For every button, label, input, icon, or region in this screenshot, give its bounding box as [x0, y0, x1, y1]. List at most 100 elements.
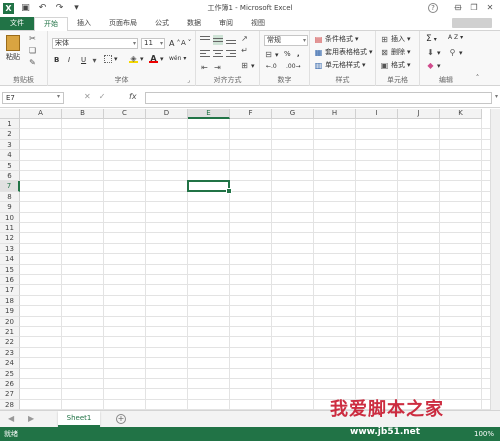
format-cells-button[interactable]: ▣ 格式 ▾: [380, 60, 411, 70]
name-box[interactable]: E7: [2, 92, 64, 104]
currency-button[interactable]: ⊟ ▾: [264, 50, 278, 59]
paste-button[interactable]: 粘贴: [6, 35, 20, 62]
font-size-select[interactable]: 11 ▾: [141, 38, 165, 49]
undo-icon[interactable]: ↶: [37, 3, 48, 14]
orientation-button[interactable]: ↗: [240, 34, 249, 43]
row-header-21[interactable]: 21: [0, 327, 20, 338]
tab-data[interactable]: 数据: [178, 17, 210, 30]
redo-icon[interactable]: ↷: [54, 3, 65, 14]
expand-formula-icon[interactable]: ▾: [495, 93, 498, 100]
align-center-icon[interactable]: [213, 49, 223, 59]
tab-formulas[interactable]: 公式: [146, 17, 178, 30]
row-header-3[interactable]: 3: [0, 139, 20, 151]
find-select-button[interactable]: ⚲ ▾: [448, 48, 463, 57]
percent-button[interactable]: %: [284, 50, 291, 58]
sort-filter-button[interactable]: A Z ▾: [448, 34, 463, 41]
insert-cells-button[interactable]: ⊞ 插入 ▾: [380, 34, 410, 44]
font-color-button[interactable]: A ▾: [149, 54, 164, 63]
row-header-6[interactable]: 6: [0, 171, 20, 182]
bottom-align-icon[interactable]: [226, 35, 236, 45]
wrap-text-button[interactable]: ↵: [240, 46, 249, 55]
dialog-launcher-icon[interactable]: ⌟: [184, 76, 193, 85]
tab-page-layout[interactable]: 页面布局: [100, 17, 146, 30]
format-as-table-button[interactable]: ▦ 套用表格格式 ▾: [314, 47, 373, 57]
collapse-ribbon-icon[interactable]: ˄: [473, 74, 482, 83]
row-header-2[interactable]: 2: [0, 129, 20, 140]
cancel-icon[interactable]: ✕: [84, 92, 91, 101]
comma-button[interactable]: ,: [297, 50, 300, 58]
selected-cell[interactable]: [187, 180, 232, 195]
tab-home[interactable]: 开始: [34, 17, 68, 32]
conditional-formatting-button[interactable]: ▤ 条件格式 ▾: [314, 34, 359, 44]
decrease-indent-button[interactable]: ⇤: [200, 63, 209, 72]
column-header-a[interactable]: A: [20, 109, 62, 119]
column-header-d[interactable]: D: [146, 109, 188, 119]
column-header-f[interactable]: F: [230, 109, 272, 119]
row-header-15[interactable]: 15: [0, 264, 20, 275]
column-header-e[interactable]: E: [188, 109, 230, 119]
maximize-icon[interactable]: ❐: [468, 2, 480, 14]
phonetic-button[interactable]: wén ▾: [169, 55, 186, 62]
sheet-tab-sheet1[interactable]: Sheet1: [58, 411, 100, 427]
sheet-prev-icon[interactable]: ◀: [8, 414, 14, 423]
column-header-k[interactable]: K: [440, 109, 482, 119]
column-header-i[interactable]: I: [356, 109, 398, 119]
row-header-16[interactable]: 16: [0, 275, 20, 286]
chevron-down-icon[interactable]: ▾: [57, 93, 60, 100]
tab-file[interactable]: 文件: [0, 17, 34, 30]
row-header-9[interactable]: 9: [0, 202, 20, 213]
row-header-8[interactable]: 8: [0, 191, 20, 203]
increase-indent-button[interactable]: ⇥: [213, 63, 222, 72]
cut-button[interactable]: ✂: [28, 34, 37, 43]
help-icon[interactable]: ?: [428, 3, 438, 13]
row-header-23[interactable]: 23: [0, 347, 20, 359]
row-header-14[interactable]: 14: [0, 254, 20, 265]
cell-styles-button[interactable]: ▥ 单元格样式 ▾: [314, 60, 366, 70]
row-header-18[interactable]: 18: [0, 295, 20, 307]
bold-button[interactable]: B: [54, 56, 59, 64]
border-button[interactable]: ▾: [104, 55, 118, 63]
number-format-select[interactable]: 常规 ▾: [264, 35, 308, 46]
column-header-b[interactable]: B: [62, 109, 104, 119]
tab-view[interactable]: 视图: [242, 17, 274, 30]
row-header-10[interactable]: 10: [0, 212, 20, 223]
merge-center-button[interactable]: ⊞ ▾: [240, 61, 254, 70]
close-icon[interactable]: ✕: [484, 2, 496, 14]
select-all-corner[interactable]: [0, 109, 20, 119]
fill-color-button[interactable]: ◈ ▾: [129, 54, 144, 63]
zoom-level[interactable]: 100%: [474, 427, 494, 441]
account-area[interactable]: [452, 18, 492, 28]
tab-insert[interactable]: 插入: [68, 17, 100, 30]
fill-button[interactable]: ⬇ ▾: [426, 48, 440, 57]
worksheet-grid[interactable]: A B C D E F G H I J K 1 2 3 4 5 6 7 8 9 10 11 12 13 14 15 16 17 18 19…: [0, 109, 500, 410]
clear-button[interactable]: ◆ ▾: [426, 61, 440, 70]
vertical-scrollbar[interactable]: [490, 109, 500, 410]
row-header-24[interactable]: 24: [0, 358, 20, 369]
italic-button[interactable]: I: [68, 56, 70, 64]
row-header-27[interactable]: 27: [0, 389, 20, 400]
decrease-decimal-button[interactable]: .00→: [286, 63, 301, 70]
shrink-font-button[interactable]: A ˅: [181, 39, 191, 47]
align-right-icon[interactable]: [226, 49, 236, 59]
row-header-17[interactable]: 17: [0, 285, 20, 296]
save-icon[interactable]: ▣: [20, 3, 31, 14]
row-header-11[interactable]: 11: [0, 223, 20, 234]
font-name-select[interactable]: 宋体 ▾: [52, 38, 138, 49]
formula-input[interactable]: [145, 92, 492, 104]
delete-cells-button[interactable]: ⊠ 删除 ▾: [380, 47, 410, 57]
tab-review[interactable]: 审阅: [210, 17, 242, 30]
add-sheet-icon[interactable]: +: [116, 414, 126, 424]
row-header-5[interactable]: 5: [0, 160, 20, 171]
middle-align-icon[interactable]: [213, 35, 223, 45]
align-left-icon[interactable]: [200, 49, 210, 59]
row-header-4[interactable]: 4: [0, 150, 20, 161]
row-header-25[interactable]: 25: [0, 368, 20, 379]
row-header-1[interactable]: 1: [0, 119, 20, 130]
increase-decimal-button[interactable]: ←.0: [266, 63, 277, 70]
row-header-20[interactable]: 20: [0, 316, 20, 327]
row-header-12[interactable]: 12: [0, 233, 20, 244]
underline-dropdown[interactable]: ▾: [90, 56, 99, 65]
row-header-19[interactable]: 19: [0, 306, 20, 317]
sheet-next-icon[interactable]: ▶: [28, 414, 34, 423]
column-header-j[interactable]: J: [398, 109, 440, 119]
